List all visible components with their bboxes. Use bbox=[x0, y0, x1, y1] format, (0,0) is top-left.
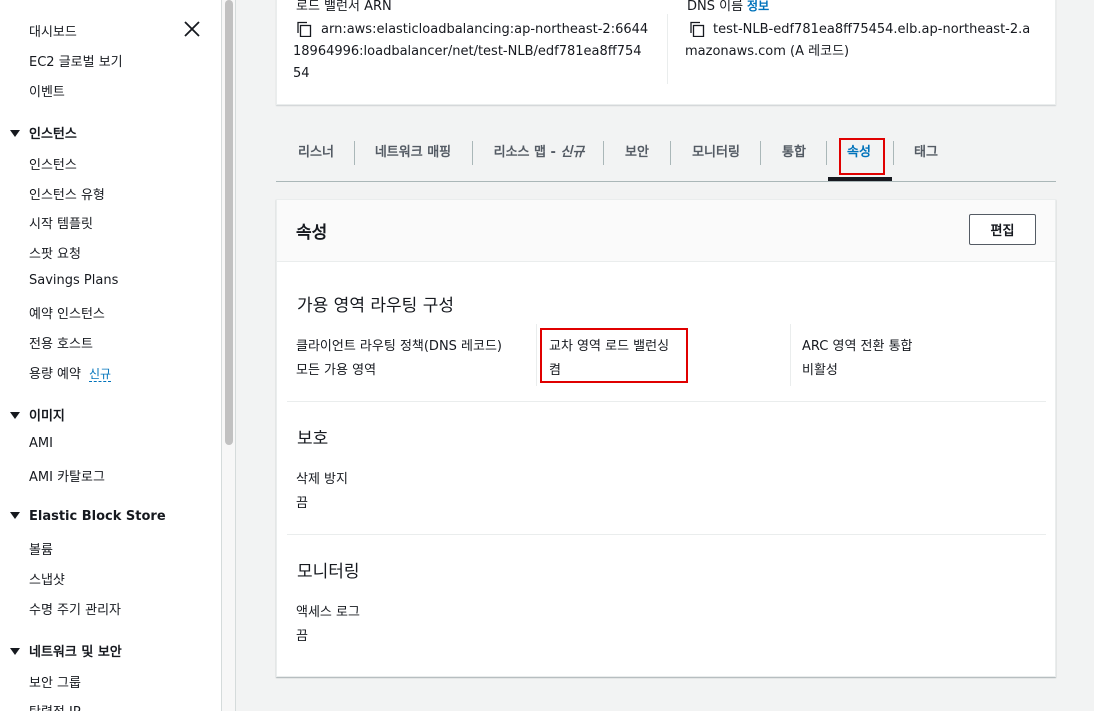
active-tab-indicator bbox=[828, 177, 892, 181]
caret-down-icon bbox=[10, 648, 20, 655]
arc-zonal-shift-value: 비활성 bbox=[802, 363, 838, 378]
attributes-header: 속성 편집 bbox=[277, 200, 1055, 262]
sidebar-scrollbar[interactable] bbox=[222, 0, 236, 711]
sidebar-item-savings-plans[interactable]: Savings Plans bbox=[29, 273, 118, 288]
new-badge: 신규 bbox=[88, 367, 112, 382]
sidebar-item-volumes[interactable]: 볼륨 bbox=[29, 539, 53, 558]
sidebar-item-ami[interactable]: AMI bbox=[29, 436, 53, 451]
sidebar-section-network-security[interactable]: 네트워크 및 보안 bbox=[10, 641, 122, 660]
sidebar-item-lifecycle-manager[interactable]: 수명 주기 관리자 bbox=[29, 599, 121, 618]
deletion-protection-value: 끔 bbox=[296, 496, 308, 511]
attributes-panel: 속성 편집 가용 영역 라우팅 구성 클라이언트 라우팅 정책(DNS 레코드)… bbox=[276, 199, 1056, 677]
sidebar-item-snapshots[interactable]: 스냅샷 bbox=[29, 569, 65, 588]
copy-icon[interactable] bbox=[689, 21, 705, 37]
tab-separator bbox=[472, 141, 473, 165]
access-logs-value: 끔 bbox=[296, 629, 308, 644]
sidebar-item-spot-requests[interactable]: 스팟 요청 bbox=[29, 243, 81, 262]
tab-separator bbox=[670, 141, 671, 165]
cross-zone-highlight-box bbox=[540, 328, 688, 383]
sidebar-item-instance-types[interactable]: 인스턴스 유형 bbox=[29, 184, 105, 203]
sidebar-section-ebs[interactable]: Elastic Block Store bbox=[10, 509, 166, 524]
close-icon[interactable] bbox=[183, 20, 201, 38]
dns-value-line-1: test-NLB-edf781ea8ff75454.elb.ap-northea… bbox=[713, 22, 1031, 37]
tab-separator bbox=[603, 141, 604, 165]
sidebar-item-ami-catalog[interactable]: AMI 카탈로그 bbox=[29, 466, 105, 485]
edit-button[interactable]: 편집 bbox=[969, 214, 1036, 245]
tab-network-mapping[interactable]: 네트워크 매핑 bbox=[374, 133, 452, 181]
monitoring-section-title: 모니터링 bbox=[297, 562, 360, 582]
sidebar-item-reserved-instances[interactable]: 예약 인스턴스 bbox=[29, 303, 105, 322]
column-divider bbox=[667, 14, 668, 84]
tab-tags[interactable]: 태그 bbox=[913, 133, 939, 181]
az-routing-section-title: 가용 영역 라우팅 구성 bbox=[297, 296, 454, 316]
sidebar-item-elastic-ips[interactable]: 탄력적 IP bbox=[29, 701, 81, 711]
column-divider bbox=[790, 324, 791, 386]
sidebar-section-images[interactable]: 이미지 bbox=[10, 405, 65, 424]
client-routing-policy-value: 모든 가용 영역 bbox=[296, 363, 377, 378]
arn-value-line-2: 18964996:loadbalancer/net/test-NLB/edf78… bbox=[293, 44, 642, 59]
section-divider bbox=[287, 401, 1046, 402]
tab-resource-map[interactable]: 리소스 맵 - 신규 bbox=[493, 133, 585, 181]
sidebar-item-ec2-global-view[interactable]: EC2 글로벌 보기 bbox=[29, 51, 123, 70]
tab-separator bbox=[760, 141, 761, 165]
tab-separator bbox=[893, 141, 894, 165]
protection-section-title: 보호 bbox=[297, 429, 329, 449]
arn-value-line-3: 54 bbox=[293, 66, 310, 81]
caret-down-icon bbox=[10, 412, 20, 419]
tab-bar: 리스너 네트워크 매핑 리소스 맵 - 신규 보안 모니터링 통합 속성 태그 bbox=[276, 133, 1056, 182]
arn-value-line-1: arn:aws:elasticloadbalancing:ap-northeas… bbox=[321, 22, 649, 37]
column-divider bbox=[536, 324, 537, 386]
sidebar-item-dashboard[interactable]: 대시보드 bbox=[29, 21, 77, 40]
sidebar-section-instances[interactable]: 인스턴스 bbox=[10, 123, 77, 142]
arn-label: 로드 밸런서 ARN bbox=[296, 0, 392, 14]
tab-separator bbox=[826, 141, 827, 165]
info-link[interactable]: 정보 bbox=[747, 0, 769, 13]
dns-name-label: DNS 이름 정보 bbox=[687, 0, 770, 14]
sidebar-item-launch-templates[interactable]: 시작 템플릿 bbox=[29, 213, 93, 232]
tab-monitoring[interactable]: 모니터링 bbox=[690, 133, 742, 181]
scrollbar-thumb[interactable] bbox=[225, 0, 233, 445]
tab-listeners[interactable]: 리스너 bbox=[296, 133, 336, 181]
tab-security[interactable]: 보안 bbox=[624, 133, 650, 181]
section-divider bbox=[287, 534, 1046, 535]
sidebar-item-instances[interactable]: 인스턴스 bbox=[29, 154, 77, 173]
tab-separator bbox=[354, 141, 355, 165]
caret-down-icon bbox=[10, 130, 20, 137]
client-routing-policy-label: 클라이언트 라우팅 정책(DNS 레코드) bbox=[296, 339, 503, 354]
sidebar-item-security-groups[interactable]: 보안 그룹 bbox=[29, 672, 81, 691]
sidebar-item-capacity-reservations[interactable]: 용량 예약 신규 bbox=[29, 363, 112, 382]
sidebar: 대시보드 EC2 글로벌 보기 이벤트 인스턴스 인스턴스 인스턴스 유형 시작… bbox=[0, 0, 222, 711]
load-balancer-details-panel: 로드 밸런서 ARN arn:aws:elasticloadbalancing:… bbox=[276, 0, 1056, 105]
tab-integrations[interactable]: 통합 bbox=[781, 133, 807, 181]
access-logs-label: 액세스 로그 bbox=[296, 605, 360, 620]
attributes-title: 속성 bbox=[296, 223, 328, 243]
sidebar-item-events[interactable]: 이벤트 bbox=[29, 81, 65, 100]
tab-attributes-highlight-box bbox=[839, 138, 885, 175]
deletion-protection-label: 삭제 방지 bbox=[296, 472, 348, 487]
dns-value-line-2: mazonaws.com (A 레코드) bbox=[685, 44, 850, 59]
arc-zonal-shift-label: ARC 영역 전환 통합 bbox=[802, 339, 913, 354]
sidebar-item-dedicated-hosts[interactable]: 전용 호스트 bbox=[29, 333, 93, 352]
caret-down-icon bbox=[10, 512, 20, 519]
copy-icon[interactable] bbox=[296, 21, 312, 37]
